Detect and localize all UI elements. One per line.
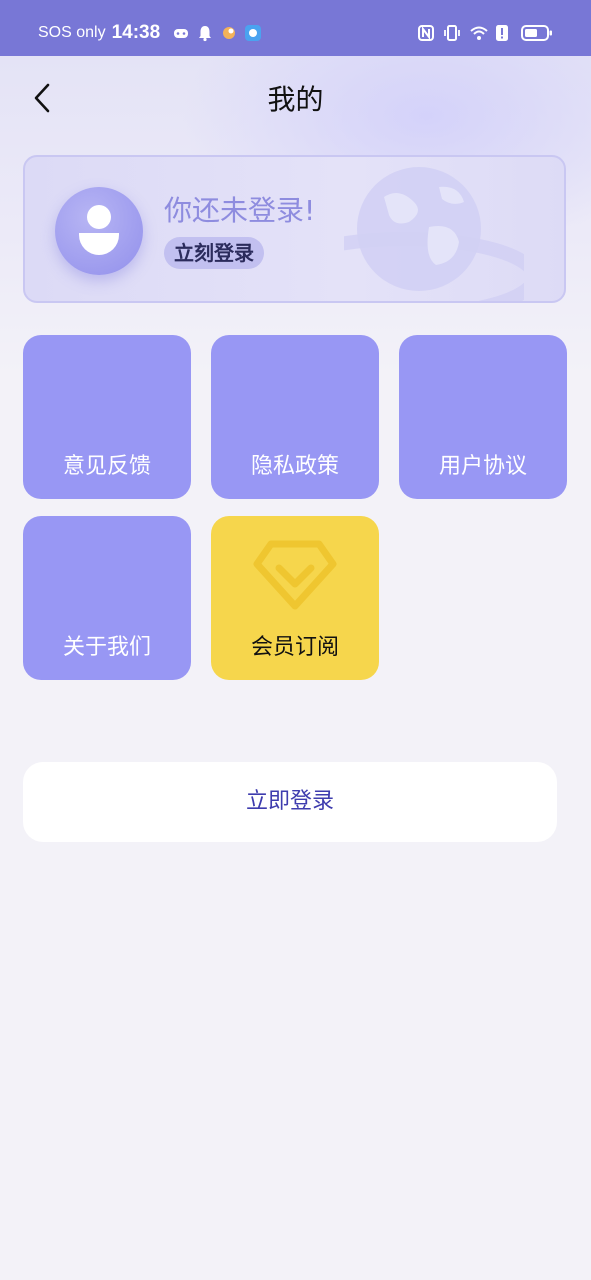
app-notification-icon: [220, 24, 238, 42]
tile-label: 用户协议: [438, 454, 527, 479]
tile-label: 关于我们: [62, 635, 151, 660]
carrier-text: SOS only: [38, 24, 106, 41]
status-bar: SOS only 14:38: [0, 0, 591, 56]
status-right: [417, 20, 553, 46]
wifi-icon: [469, 24, 488, 42]
vibrate-icon: [443, 24, 461, 42]
tile-label: 隐私政策: [250, 454, 339, 479]
bell-icon: [196, 24, 214, 42]
battery-icon: [521, 24, 553, 42]
tile-label: 会员订阅: [250, 635, 339, 660]
app-badge-icon: [244, 24, 262, 42]
page-title: 我的: [267, 83, 324, 116]
tile-user-agreement[interactable]: 用户协议: [399, 335, 567, 499]
status-time: 14:38: [111, 22, 161, 43]
login-prompt-text: 你还未登录!: [164, 194, 316, 227]
tile-about-us[interactable]: 关于我们: [23, 516, 191, 680]
tile-membership-subscription[interactable]: 会员订阅: [211, 516, 379, 680]
profile-card[interactable]: 你还未登录! 立刻登录: [23, 155, 566, 303]
globe-decoration: [344, 167, 524, 301]
data-alert-icon: [495, 24, 513, 42]
nfc-icon: [417, 24, 435, 42]
tile-label: 意见反馈: [62, 454, 151, 479]
game-controller-icon: [172, 24, 190, 42]
diamond-icon: [253, 540, 337, 610]
login-now-chip[interactable]: 立刻登录: [164, 237, 264, 269]
login-button[interactable]: 立即登录: [23, 762, 557, 842]
tile-feedback[interactable]: 意见反馈: [23, 335, 191, 499]
avatar[interactable]: [55, 187, 143, 275]
status-left: SOS only 14:38: [38, 20, 262, 46]
tile-privacy-policy[interactable]: 隐私政策: [211, 335, 379, 499]
